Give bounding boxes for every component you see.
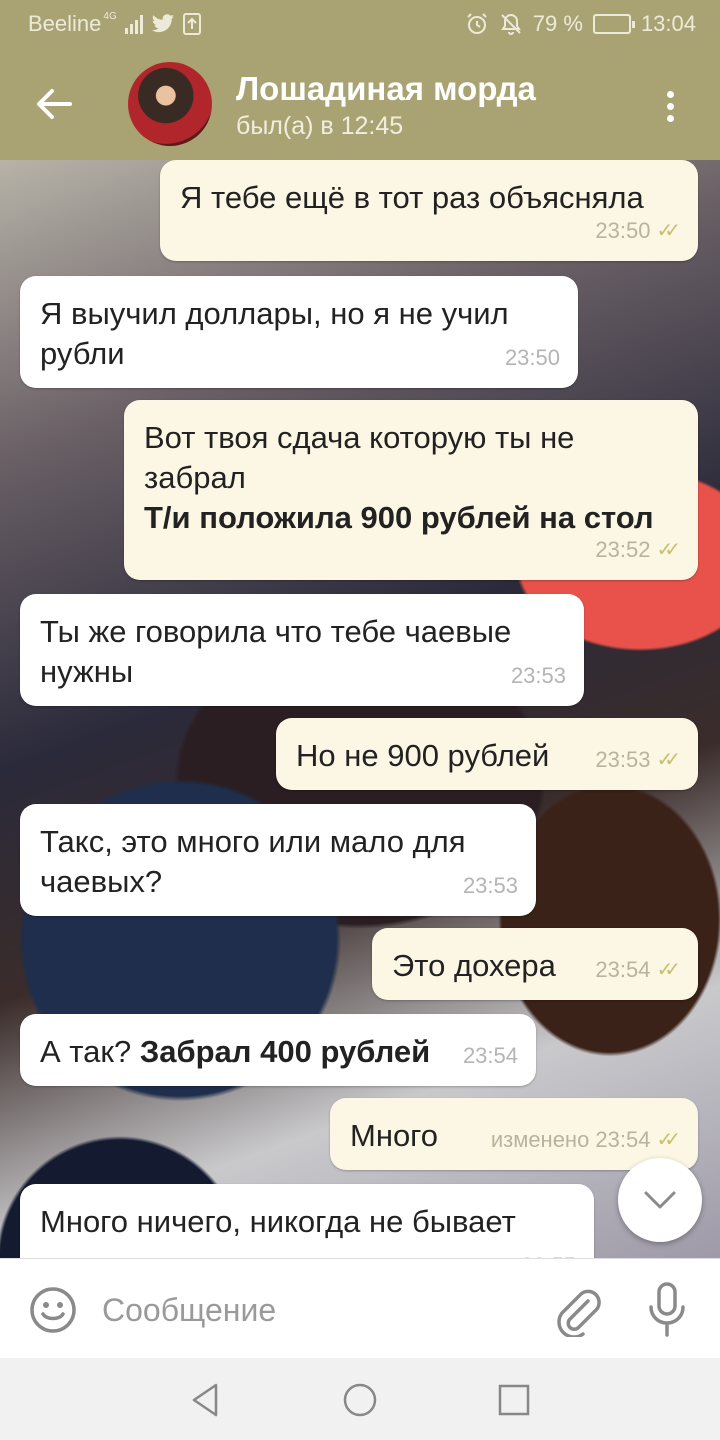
message-time: 23:53 — [595, 747, 651, 772]
message-bubble-outgoing[interactable]: Вот твоя сдача которую ты не забрал Т/и … — [124, 400, 698, 580]
status-bar-right: 79 % 13:04 — [465, 11, 696, 37]
status-bar-left: Beeline 4G — [28, 11, 201, 37]
message-bubble-incoming[interactable]: Много ничего, никогда не бывает 23:55 — [20, 1184, 594, 1258]
message-bold-text: Забрал 400 рублей — [139, 1034, 431, 1069]
read-checkmarks-icon: ✓✓ — [656, 220, 680, 242]
read-checkmarks-icon: ✓✓ — [656, 959, 680, 981]
nav-recent-apps-icon[interactable] — [494, 1380, 534, 1420]
message-text: Много ничего, никогда не бывает — [40, 1204, 516, 1239]
message-meta: изменено 23:54 ✓✓ — [490, 1120, 681, 1160]
more-vertical-icon-dot — [666, 114, 674, 122]
read-checkmarks-icon: ✓✓ — [656, 1129, 680, 1151]
battery-icon — [592, 14, 635, 34]
message-bubble-incoming[interactable]: Я выучил доллары, но я не учил рубли 23:… — [20, 276, 578, 388]
last-seen-status: был(а) в 12:45 — [236, 112, 404, 140]
smile-icon[interactable] — [28, 1285, 78, 1335]
message-time: изменено 23:54 — [490, 1127, 651, 1152]
message-text: Я выучил доллары, но я не учил рубли — [40, 296, 509, 371]
network-type-label: 4G — [103, 10, 117, 22]
signal-icon — [124, 14, 143, 34]
message-bubble-outgoing[interactable]: Но не 900 рублей 23:53 ✓✓ — [276, 718, 698, 790]
clock: 13:04 — [640, 11, 696, 36]
message-input[interactable] — [102, 1287, 522, 1333]
message-meta: 23:55 — [521, 1246, 576, 1258]
nav-back-icon[interactable] — [186, 1380, 226, 1420]
battery-percent: 79 % — [532, 11, 583, 36]
more-options-button[interactable] — [642, 78, 698, 134]
message-bubble-incoming[interactable]: Ты же говорила что тебе чаевые нужны 23:… — [20, 594, 584, 706]
message-time: 23:53 — [462, 873, 518, 898]
message-time: 23:50 — [595, 218, 651, 243]
more-vertical-icon-dot — [666, 102, 674, 110]
message-time: 23:54 — [595, 957, 651, 982]
message-bubble-outgoing[interactable]: Это дохера 23:54 ✓✓ — [372, 928, 698, 1000]
upload-notification-icon — [182, 13, 201, 35]
chat-header: Лошадиная морда был(а) в 12:45 — [0, 48, 720, 160]
message-time: 23:54 — [462, 1043, 518, 1068]
message-time: 23:52 — [595, 537, 651, 562]
message-meta: 23:53 ✓✓ — [595, 740, 680, 780]
message-bubble-incoming[interactable]: Такс, это много или мало для чаевых? 23:… — [20, 804, 536, 916]
chevron-down-icon — [644, 1191, 676, 1209]
chat-messages-area[interactable]: Я тебе ещё в тот раз объясняла 23:50 ✓✓ … — [0, 160, 720, 1258]
message-time: 23:50 — [504, 345, 560, 370]
message-composer — [0, 1258, 720, 1358]
nav-home-icon[interactable] — [340, 1380, 380, 1420]
message-bubble-outgoing[interactable]: Много изменено 23:54 ✓✓ — [330, 1098, 698, 1170]
contact-name[interactable]: Лошадиная морда — [236, 70, 536, 108]
message-meta: 23:52 ✓✓ — [595, 530, 680, 570]
message-text: Вот твоя сдача которую ты не забрал — [144, 420, 575, 495]
alarm-icon — [467, 13, 487, 34]
message-meta: 23:50 ✓✓ — [595, 211, 680, 251]
message-text: Такс, это много или мало для чаевых? — [40, 824, 466, 899]
message-time: 23:53 — [510, 663, 566, 688]
scroll-to-bottom-button[interactable] — [618, 1158, 702, 1242]
message-text-line: А так? Забрал 400 рублей — [40, 1032, 516, 1072]
message-meta: 23:54 — [463, 1036, 518, 1076]
read-checkmarks-icon: ✓✓ — [656, 539, 680, 561]
message-meta: 23:54 ✓✓ — [595, 950, 680, 990]
message-meta: 23:50 — [505, 338, 560, 378]
message-time: 23:55 — [521, 1246, 576, 1258]
more-vertical-icon — [666, 90, 674, 98]
microphone-icon[interactable] — [642, 1281, 692, 1339]
carrier-label: Beeline — [28, 11, 102, 36]
back-button[interactable] — [22, 72, 86, 136]
system-navigation-bar — [0, 1358, 720, 1440]
read-checkmarks-icon: ✓✓ — [656, 749, 680, 771]
message-text: А так? — [40, 1034, 132, 1069]
message-meta: 23:53 — [511, 656, 566, 696]
message-bold-text: Т/и положила 900 рублей на стол — [144, 500, 654, 535]
message-text: Ты же говорила что тебе чаевые нужны — [40, 614, 512, 689]
arrow-left-icon — [37, 89, 72, 119]
message-bubble-outgoing[interactable]: Я тебе ещё в тот раз объясняла 23:50 ✓✓ — [160, 160, 698, 261]
notifications-off-icon — [500, 13, 521, 35]
twitter-icon — [151, 14, 174, 33]
message-meta: 23:53 — [463, 866, 518, 906]
message-bubble-incoming[interactable]: А так? Забрал 400 рублей 23:54 — [20, 1014, 536, 1086]
paperclip-icon[interactable] — [552, 1283, 602, 1337]
contact-avatar[interactable] — [128, 62, 212, 146]
status-bar: Beeline 4G 79 % 13:04 — [0, 0, 720, 48]
